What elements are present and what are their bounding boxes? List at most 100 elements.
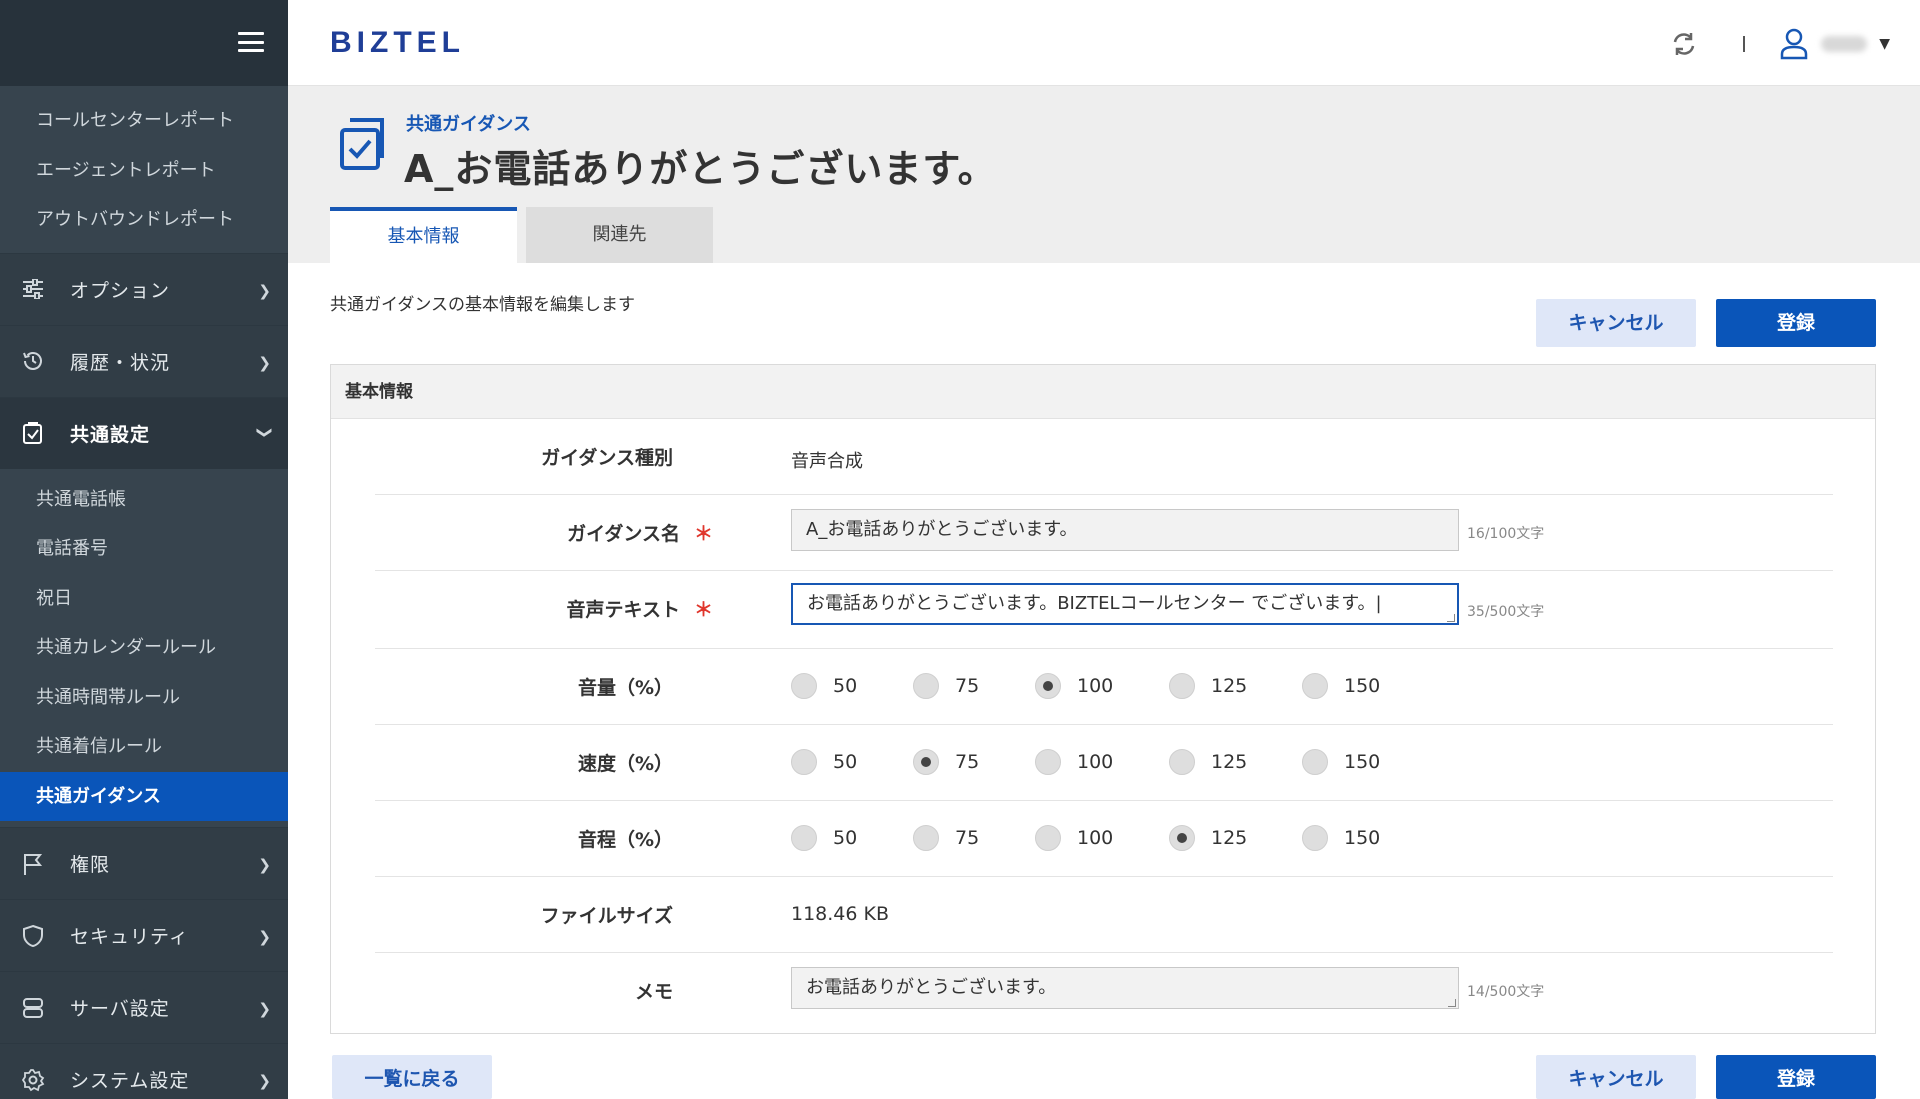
speed-radio-125[interactable]: 125 bbox=[1169, 749, 1302, 775]
sidebar-item-security[interactable]: セキュリティ ❯ bbox=[0, 899, 288, 971]
memo-value: お電話ありがとうございます。 bbox=[806, 977, 1057, 998]
guidance-type-label: ガイダンス種別 bbox=[541, 447, 673, 469]
sidebar-item-label: セキュリティ bbox=[70, 926, 189, 948]
pitch-radio-50[interactable]: 50 bbox=[791, 825, 913, 851]
submit-button-top[interactable]: 登録 bbox=[1716, 299, 1876, 347]
sidebar: コールセンターレポート エージェントレポート アウトバウンドレポート オプション… bbox=[0, 0, 288, 1099]
resize-handle-icon[interactable] bbox=[1447, 614, 1455, 622]
sidebar-item-server[interactable]: サーバ設定 ❯ bbox=[0, 971, 288, 1043]
radio-circle[interactable] bbox=[913, 825, 939, 851]
pitch-label: 音程（%） bbox=[577, 829, 673, 851]
volume-radio-50[interactable]: 50 bbox=[791, 673, 913, 699]
sidebar-item-incoming-rule[interactable]: 共通着信ルール bbox=[0, 722, 288, 772]
chevron-down-icon[interactable]: ▼ bbox=[1879, 36, 1890, 52]
sidebar-item-guidance[interactable]: 共通ガイダンス bbox=[0, 771, 288, 821]
shield-icon bbox=[20, 923, 46, 949]
radio-label: 50 bbox=[833, 827, 858, 849]
radio-circle-checked[interactable] bbox=[913, 749, 939, 775]
hamburger-menu-icon[interactable] bbox=[238, 32, 264, 52]
sidebar-item-common-settings[interactable]: 共通設定 ❯ bbox=[0, 396, 288, 469]
speed-radio-75[interactable]: 75 bbox=[913, 749, 1035, 775]
back-to-list-button[interactable]: 一覧に戻る bbox=[332, 1055, 492, 1099]
radio-circle[interactable] bbox=[1302, 825, 1328, 851]
radio-circle-checked[interactable] bbox=[1035, 673, 1061, 699]
radio-label: 50 bbox=[833, 751, 858, 773]
radio-label: 100 bbox=[1077, 751, 1114, 773]
user-icon[interactable] bbox=[1779, 28, 1809, 60]
radio-circle[interactable] bbox=[791, 673, 817, 699]
chevron-down-icon: ❯ bbox=[256, 425, 275, 440]
row-guidance-type: ガイダンス種別 音声合成 bbox=[375, 419, 1833, 495]
chevron-right-icon: ❯ bbox=[258, 928, 272, 946]
cancel-button-top[interactable]: キャンセル bbox=[1536, 299, 1696, 347]
guidance-type-value: 音声合成 bbox=[791, 451, 863, 472]
sidebar-item-system[interactable]: システム設定 ❯ bbox=[0, 1043, 288, 1099]
pitch-radio-150[interactable]: 150 bbox=[1302, 825, 1380, 851]
pitch-radio-100[interactable]: 100 bbox=[1035, 825, 1169, 851]
radio-label: 150 bbox=[1344, 827, 1381, 849]
sidebar-item-permission[interactable]: 権限 ❯ bbox=[0, 827, 288, 899]
resize-handle-icon[interactable] bbox=[1448, 999, 1456, 1007]
sidebar-item-outbound-report[interactable]: アウトバウンドレポート bbox=[0, 195, 288, 245]
submit-button-bottom[interactable]: 登録 bbox=[1716, 1055, 1876, 1099]
required-mark: ＊ bbox=[693, 599, 713, 621]
radio-circle[interactable] bbox=[791, 749, 817, 775]
sidebar-item-phonebook[interactable]: 共通電話帳 bbox=[0, 475, 288, 525]
page-description: 共通ガイダンスの基本情報を編集します bbox=[330, 295, 635, 315]
radio-circle[interactable] bbox=[1302, 673, 1328, 699]
refresh-icon[interactable] bbox=[1669, 29, 1699, 59]
cancel-button-bottom[interactable]: キャンセル bbox=[1536, 1055, 1696, 1099]
speed-radio-150[interactable]: 150 bbox=[1302, 749, 1380, 775]
guidance-name-label-text: ガイダンス名 bbox=[567, 523, 680, 545]
row-speed: 速度（%） 50 75 100 125 150 bbox=[375, 725, 1833, 801]
breadcrumb[interactable]: 共通ガイダンス bbox=[406, 110, 531, 136]
tab-related[interactable]: 関連先 bbox=[526, 207, 713, 263]
radio-circle-checked[interactable] bbox=[1169, 825, 1195, 851]
sidebar-item-options[interactable]: オプション ❯ bbox=[0, 252, 288, 325]
sidebar-item-timeslot-rule[interactable]: 共通時間帯ルール bbox=[0, 673, 288, 723]
radio-circle[interactable] bbox=[1169, 749, 1195, 775]
sidebar-item-callcenter-report[interactable]: コールセンターレポート bbox=[0, 96, 288, 146]
pitch-radio-125[interactable]: 125 bbox=[1169, 825, 1302, 851]
page-title: A_お電話ありがとうございます。 bbox=[404, 147, 997, 191]
guidance-name-label: ガイダンス名 ＊ bbox=[567, 519, 713, 546]
filesize-value: 118.46 KB bbox=[791, 903, 890, 925]
username-blurred[interactable] bbox=[1821, 36, 1868, 52]
guidance-name-input[interactable]: A_お電話ありがとうございます。 bbox=[791, 509, 1459, 551]
required-mark: ＊ bbox=[693, 523, 713, 545]
guidance-page-icon bbox=[340, 118, 384, 170]
header-actions: ▼ bbox=[1669, 28, 1890, 60]
speed-radio-100[interactable]: 100 bbox=[1035, 749, 1169, 775]
speech-text-label: 音声テキスト ＊ bbox=[567, 595, 713, 622]
speed-radio-50[interactable]: 50 bbox=[791, 749, 913, 775]
radio-circle[interactable] bbox=[913, 673, 939, 699]
tab-basic-info[interactable]: 基本情報 bbox=[330, 207, 517, 263]
common-settings-submenu: 共通電話帳 電話番号 祝日 共通カレンダールール 共通時間帯ルール 共通着信ルー… bbox=[0, 468, 288, 827]
sidebar-item-history[interactable]: 履歴・状況 ❯ bbox=[0, 324, 288, 397]
radio-circle[interactable] bbox=[1169, 673, 1195, 699]
guidance-name-counter: 16/100文字 bbox=[1467, 526, 1545, 542]
volume-radio-75[interactable]: 75 bbox=[913, 673, 1035, 699]
speed-label: 速度（%） bbox=[577, 753, 673, 775]
row-speech-text: 音声テキスト ＊ お電話ありがとうございます。BIZTELコールセンター でござい… bbox=[375, 571, 1833, 649]
radio-circle[interactable] bbox=[791, 825, 817, 851]
pitch-radio-75[interactable]: 75 bbox=[913, 825, 1035, 851]
volume-radio-125[interactable]: 125 bbox=[1169, 673, 1302, 699]
radio-label: 100 bbox=[1077, 675, 1114, 697]
memo-input[interactable]: お電話ありがとうございます。 bbox=[791, 967, 1459, 1009]
speech-text-input[interactable]: お電話ありがとうございます。BIZTELコールセンター でございます。| bbox=[791, 583, 1459, 625]
volume-radio-100[interactable]: 100 bbox=[1035, 673, 1169, 699]
sidebar-item-agent-report[interactable]: エージェントレポート bbox=[0, 146, 288, 196]
sidebar-item-label: オプション bbox=[70, 279, 171, 302]
radio-circle[interactable] bbox=[1035, 749, 1061, 775]
radio-label: 50 bbox=[833, 675, 858, 697]
sidebar-item-calendar-rule[interactable]: 共通カレンダールール bbox=[0, 623, 288, 673]
sidebar-item-label: システム設定 bbox=[70, 1070, 190, 1092]
radio-circle[interactable] bbox=[1302, 749, 1328, 775]
volume-radio-group: 50 75 100 125 150 bbox=[791, 673, 1380, 699]
radio-circle[interactable] bbox=[1035, 825, 1061, 851]
report-submenu: コールセンターレポート エージェントレポート アウトバウンドレポート bbox=[0, 86, 288, 253]
sidebar-item-phone-number[interactable]: 電話番号 bbox=[0, 524, 288, 574]
sidebar-item-holiday[interactable]: 祝日 bbox=[0, 574, 288, 624]
volume-radio-150[interactable]: 150 bbox=[1302, 673, 1380, 699]
